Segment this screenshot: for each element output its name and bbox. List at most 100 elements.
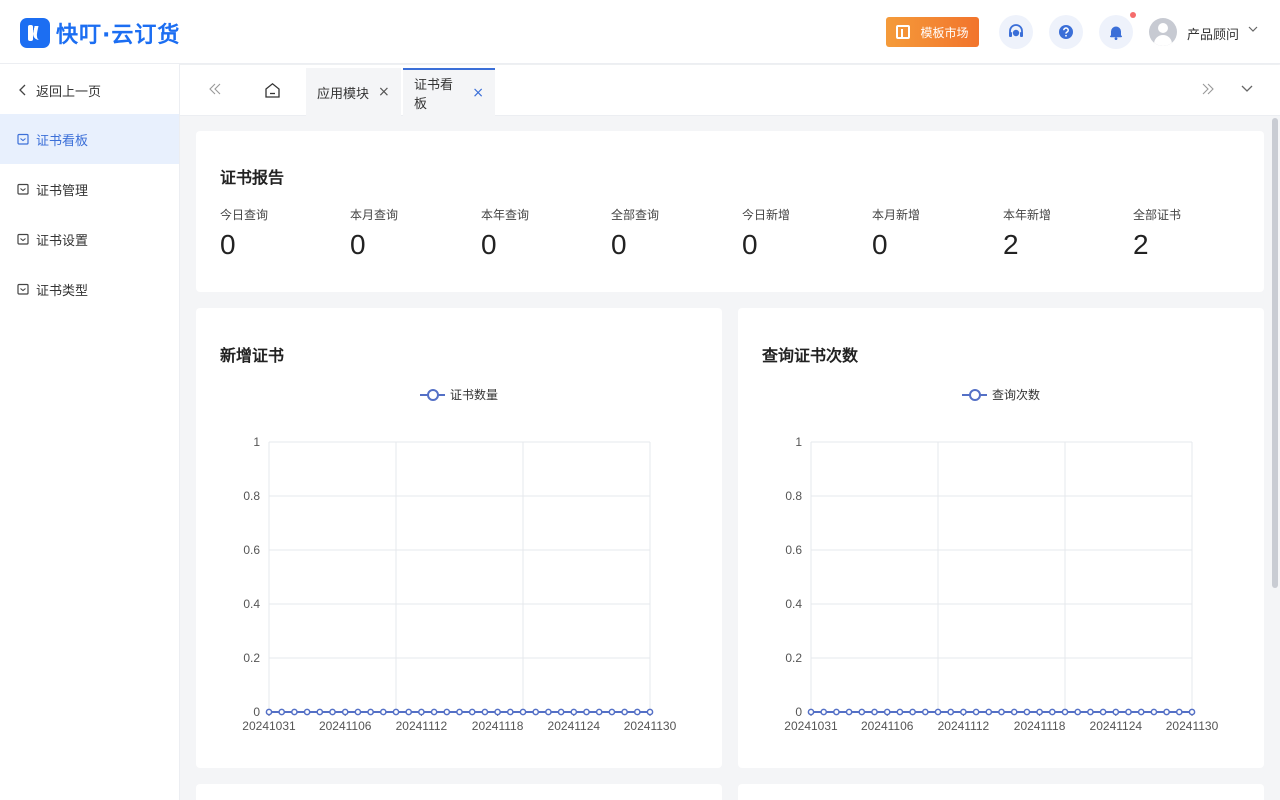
data-point <box>392 708 400 716</box>
scrollbar-thumb[interactable] <box>1272 118 1278 588</box>
tab-app-modules[interactable]: 应用模块 × <box>306 68 401 116</box>
data-point <box>998 708 1005 716</box>
stat-value: 2 <box>1003 229 1019 260</box>
certificate-report-card: 证书报告 今日查询 0 本月查询 0 本年查询 0 全部查询 0 今日新增 0 … <box>196 131 1264 292</box>
template-market-button[interactable]: 模板市场 <box>886 17 979 47</box>
y-tick-label: 0.8 <box>785 489 802 503</box>
avatar[interactable] <box>1149 18 1177 46</box>
close-icon[interactable]: × <box>378 85 390 99</box>
bell-icon <box>1110 26 1122 40</box>
customer-service-icon <box>1009 24 1023 37</box>
close-icon[interactable]: × <box>472 86 484 100</box>
double-chevron-right-icon[interactable] <box>1201 81 1215 97</box>
stat-month-new: 本月新增 0 <box>872 206 1002 261</box>
tab-certificate-board[interactable]: 证书看板 × <box>403 68 495 116</box>
y-tick-label: 0.4 <box>785 597 802 611</box>
data-point <box>807 708 815 716</box>
data-point <box>405 708 413 716</box>
tab-label: 证书看板 <box>414 78 454 112</box>
data-point <box>909 708 916 716</box>
x-tick-label: 20241118 <box>472 719 524 733</box>
sidebar-item-label: 证书设置 <box>36 233 89 249</box>
stat-label: 全部查询 <box>611 208 660 222</box>
back-button[interactable]: 返回上一页 <box>18 80 101 100</box>
stat-label: 本年查询 <box>481 208 530 222</box>
chevron-down-icon[interactable] <box>1240 83 1254 95</box>
data-point <box>845 708 853 716</box>
stat-label: 本年新增 <box>1003 208 1052 222</box>
data-point <box>820 708 828 716</box>
sidebar: 返回上一页 证书看板 证书管理 证书设置 证书类型 <box>0 64 180 800</box>
help-icon <box>1059 25 1073 39</box>
report-title: 证书报告 <box>220 168 285 187</box>
double-chevron-left-icon[interactable] <box>208 81 222 97</box>
data-point <box>1137 708 1145 716</box>
data-point <box>291 708 298 716</box>
data-point <box>1074 708 1082 716</box>
data-point <box>468 708 476 716</box>
data-point <box>443 708 451 716</box>
data-point <box>947 708 955 716</box>
data-point <box>354 708 362 716</box>
new-certificates-card: 新增证书 证书数量 0 0.2 0.4 0.6 0.8 1 20241031 20241106… <box>196 308 722 768</box>
chevron-down-icon[interactable] <box>1248 24 1258 34</box>
data-point <box>570 708 578 716</box>
back-label: 返回上一页 <box>36 84 102 100</box>
stat-value: 0 <box>611 229 627 260</box>
data-point <box>481 708 489 716</box>
tab-label: 应用模块 <box>317 86 370 102</box>
extra-card-left <box>196 784 722 800</box>
sidebar-item-certificate-management[interactable]: 证书管理 <box>0 164 179 214</box>
notification-dot <box>1130 12 1136 18</box>
chevron-left-icon <box>19 84 26 96</box>
stat-all-queries: 全部查询 0 <box>611 206 741 261</box>
user-name[interactable]: 产品顾问 <box>1187 24 1239 43</box>
stat-value: 0 <box>350 229 366 260</box>
stat-value: 0 <box>481 229 497 260</box>
extra-card-right <box>738 784 1264 800</box>
data-point <box>1036 708 1043 716</box>
x-tick-label: 20241112 <box>396 719 448 733</box>
data-point <box>1188 708 1196 716</box>
stat-label: 本月新增 <box>872 208 921 222</box>
y-tick-label: 1 <box>253 435 260 449</box>
y-tick-label: 0.8 <box>243 489 260 503</box>
data-point <box>960 708 967 716</box>
template-icon <box>896 25 911 39</box>
x-tick-label: 20241106 <box>319 719 372 733</box>
data-point <box>1150 708 1158 716</box>
data-point <box>316 708 324 716</box>
sidebar-item-certificate-settings[interactable]: 证书设置 <box>0 214 179 264</box>
home-icon[interactable] <box>264 82 281 99</box>
data-point <box>1048 708 1056 716</box>
help-button[interactable] <box>1049 15 1083 49</box>
data-point <box>921 708 929 716</box>
sidebar-item-label: 证书看板 <box>36 133 89 149</box>
data-point <box>329 708 336 716</box>
data-point <box>456 708 463 716</box>
data-point <box>1112 708 1120 716</box>
app-logo[interactable]: 快叮·云订货 <box>20 17 180 49</box>
query-count-card: 查询证书次数 查询次数 0 0.2 0.4 0.6 0.8 1 20241031 202411… <box>738 308 1264 768</box>
stat-label: 本月查询 <box>350 208 399 222</box>
data-point <box>418 708 425 716</box>
data-point <box>858 708 866 716</box>
customer-service-button[interactable] <box>999 15 1033 49</box>
x-tick-label: 20241031 <box>784 719 838 733</box>
data-point <box>379 708 387 716</box>
sidebar-item-label: 证书管理 <box>36 183 89 199</box>
x-tick-label: 20241130 <box>1166 719 1219 733</box>
y-tick-label: 0.6 <box>243 543 260 557</box>
data-point <box>883 708 891 716</box>
data-point <box>519 708 527 716</box>
data-point <box>1099 708 1107 716</box>
data-point <box>367 708 374 716</box>
sidebar-item-certificate-types[interactable]: 证书类型 <box>0 264 179 314</box>
data-point <box>506 708 514 716</box>
sidebar-item-certificate-board[interactable]: 证书看板 <box>0 114 179 164</box>
notification-button[interactable] <box>1099 15 1133 49</box>
page-scrollbar[interactable] <box>1270 116 1280 800</box>
data-point <box>595 708 603 716</box>
logo-text: 快叮·云订货 <box>56 23 181 48</box>
data-point <box>557 708 565 716</box>
